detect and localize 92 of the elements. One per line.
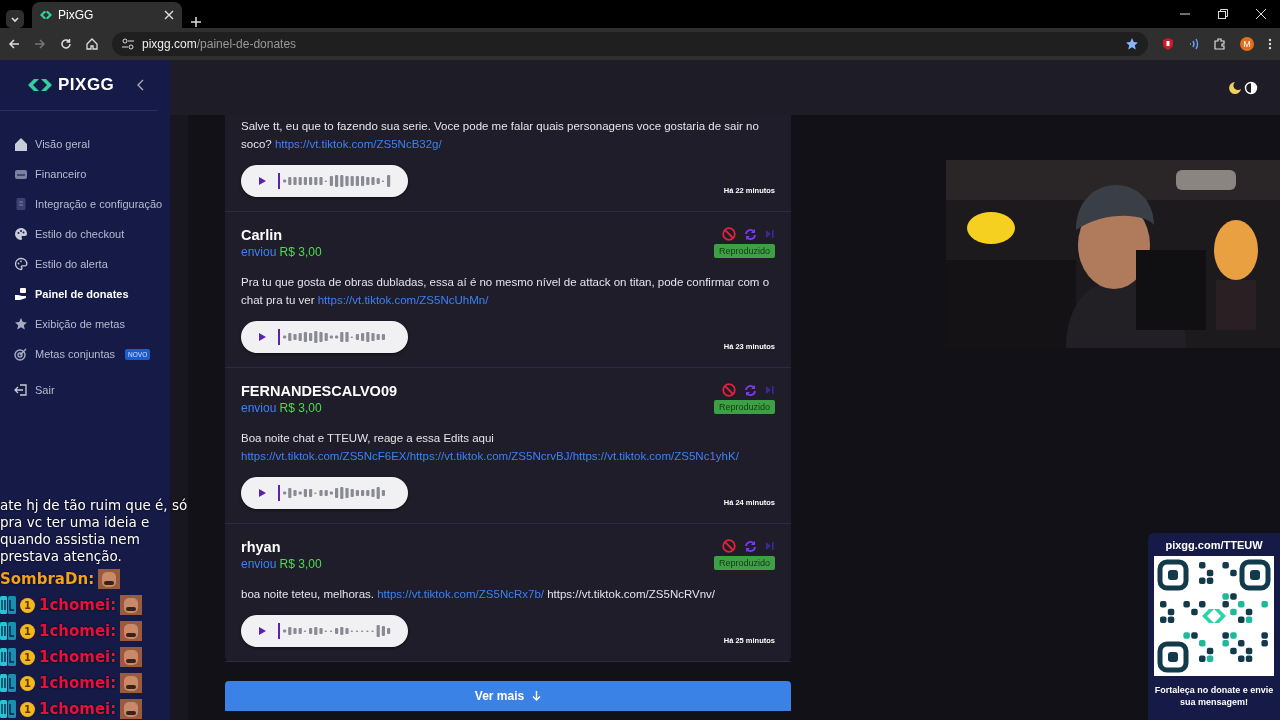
address-bar[interactable]: pixgg.com/painel-de-donates xyxy=(112,32,1148,56)
audio-player[interactable] xyxy=(241,615,408,647)
url-path: /painel-de-donates xyxy=(196,37,297,51)
palette-icon xyxy=(14,227,28,241)
replay-icon[interactable] xyxy=(744,383,757,397)
donation-amount: R$ 3,00 xyxy=(279,245,322,259)
status-badge: Reproduzido xyxy=(713,400,775,414)
message-link[interactable]: https://vt.tiktok.com/ZS5NcRx7b/ xyxy=(377,588,544,600)
emote-icon xyxy=(120,647,143,667)
hand-box-icon xyxy=(14,287,28,301)
emote-icon xyxy=(120,595,143,615)
audio-player[interactable] xyxy=(241,321,408,353)
chat-username: 1chomei: xyxy=(39,700,117,718)
tab-search-icon[interactable] xyxy=(6,10,24,28)
play-icon[interactable] xyxy=(259,333,266,341)
chat-username: 1chomei: xyxy=(39,648,117,666)
url-host: pixgg.com xyxy=(142,37,197,51)
sidebar-item[interactable]: Visão geral xyxy=(14,129,170,159)
status-badge: Reproduzido xyxy=(713,244,775,258)
star-icon xyxy=(14,317,28,331)
puzzle-icon[interactable] xyxy=(1214,38,1226,50)
message-link[interactable]: https://vt.tiktok.com/ZS5NcF6EX/https://vt.tiktok.com/ZS5NcrvBJ/https://vt.tiktok.com/ZS5Nc1yhK/ xyxy=(241,450,739,462)
more-menu-icon[interactable] xyxy=(1268,38,1272,50)
close-icon[interactable] xyxy=(164,10,174,20)
sidebar-item[interactable]: Sair xyxy=(14,375,170,405)
document-icon xyxy=(14,197,28,211)
qr-caption: Fortaleça no donate e envie sua mensagem! xyxy=(1153,684,1275,708)
block-icon[interactable] xyxy=(722,539,736,553)
sidebar-item[interactable]: Painel de donates xyxy=(14,279,170,309)
sidebar-item[interactable]: Integração e configuração xyxy=(14,189,170,219)
close-icon[interactable] xyxy=(1256,9,1266,19)
reload-icon[interactable] xyxy=(60,38,72,50)
sidebar-item[interactable]: Financeiro xyxy=(14,159,170,189)
pixgg-logo-icon xyxy=(28,78,52,92)
donate-url: pixgg.com/TTEUW xyxy=(1165,539,1263,551)
emote-icon xyxy=(120,621,143,641)
chat-message: ate hj de tão ruim que é, só pra vc ter uma ideia e quando assistia nem prestava atenção. xyxy=(0,497,189,565)
restore-icon[interactable] xyxy=(1218,9,1228,19)
emote-icon xyxy=(98,569,121,589)
sidebar-item[interactable]: Estilo do checkout xyxy=(14,219,170,249)
donation-amount: R$ 3,00 xyxy=(279,557,322,571)
status-badge: Reproduzido xyxy=(713,556,775,570)
extension-shield-icon[interactable] xyxy=(1162,38,1174,50)
play-icon[interactable] xyxy=(259,627,266,635)
forward-icon xyxy=(34,38,46,50)
donor-name: rhyan xyxy=(241,539,282,555)
arrow-down-icon xyxy=(532,691,542,701)
sent-label: enviou xyxy=(241,557,277,571)
donor-name: FERNANDESCALVO09 xyxy=(241,383,398,399)
emote-icon xyxy=(120,699,143,719)
folder-icon xyxy=(14,167,28,181)
block-icon[interactable] xyxy=(722,227,736,241)
replay-icon[interactable] xyxy=(744,227,757,241)
message-text: Pra tu que gosta de obras dubladas, essa aí é no mesmo nível de attack on titan, pode confirmar com o chat pra tu ver https://vt.tiktok.com/ZS5NcUhMn/ xyxy=(241,275,771,308)
palette-icon xyxy=(14,257,28,271)
audio-player[interactable] xyxy=(241,477,408,509)
theme-toggle-icon[interactable] xyxy=(1228,80,1258,95)
chat-username: SombraDn: xyxy=(0,570,95,588)
audio-player[interactable] xyxy=(241,165,408,197)
audio-waves-icon[interactable] xyxy=(1188,38,1200,50)
sent-label: enviou xyxy=(241,401,277,415)
logout-icon xyxy=(14,383,28,397)
collapse-chevron-icon[interactable] xyxy=(136,79,144,91)
sidebar-item[interactable]: Exibição de metas xyxy=(14,309,170,339)
site-settings-icon[interactable] xyxy=(122,38,134,50)
target-icon xyxy=(14,347,28,361)
play-icon[interactable] xyxy=(259,177,266,185)
block-icon[interactable] xyxy=(722,383,736,397)
message-link[interactable]: https://vt.tiktok.com/ZS5NcB32g/ xyxy=(274,138,442,150)
home-icon xyxy=(14,137,28,151)
message-text: Boa noite chat e TTEUW, reage a essa Edits aqui https://vt.tiktok.com/ZS5NcF6EX/https://vt.tiktok.com/ZS5NcrvBJ/https://vt.tiktok.com/ZS5Nc1yhK/ xyxy=(241,431,740,464)
new-tab-icon[interactable] xyxy=(190,16,202,28)
chat-username: 1chomei: xyxy=(39,596,117,614)
message-text: Salve tt, eu que to fazendo sua serie. Voce pode me falar quais personagens voce gostaria de sair no soco? https://vt.tiktok.com/ZS5NcB32g/ xyxy=(241,119,760,152)
back-icon[interactable] xyxy=(8,38,20,50)
donor-name: Carlin xyxy=(241,227,284,243)
home-icon[interactable] xyxy=(86,38,98,50)
sent-label: enviou xyxy=(241,245,277,259)
pixgg-logo-icon xyxy=(40,10,52,20)
emote-icon xyxy=(120,673,143,693)
sidebar-item[interactable]: Estilo do alerta xyxy=(14,249,170,279)
message-text: boa noite teteu, melhoras. https://vt.tiktok.com/ZS5NcRx7b/ https://vt.tiktok.com/ZS5NcRVnv/ xyxy=(241,587,717,602)
replay-icon[interactable] xyxy=(744,539,757,553)
message-link[interactable]: https://vt.tiktok.com/ZS5NcUhMn/ xyxy=(317,294,489,306)
chat-username: 1chomei: xyxy=(39,622,117,640)
browser-tab[interactable]: PixGG xyxy=(32,2,182,28)
logo-text: PIXGG xyxy=(58,75,115,95)
see-more-button[interactable]: Ver mais xyxy=(225,681,791,711)
bookmark-star-icon[interactable] xyxy=(1126,38,1138,50)
donation-amount: R$ 3,00 xyxy=(279,401,322,415)
chat-username: 1chomei: xyxy=(39,674,117,692)
play-icon[interactable] xyxy=(259,489,266,497)
